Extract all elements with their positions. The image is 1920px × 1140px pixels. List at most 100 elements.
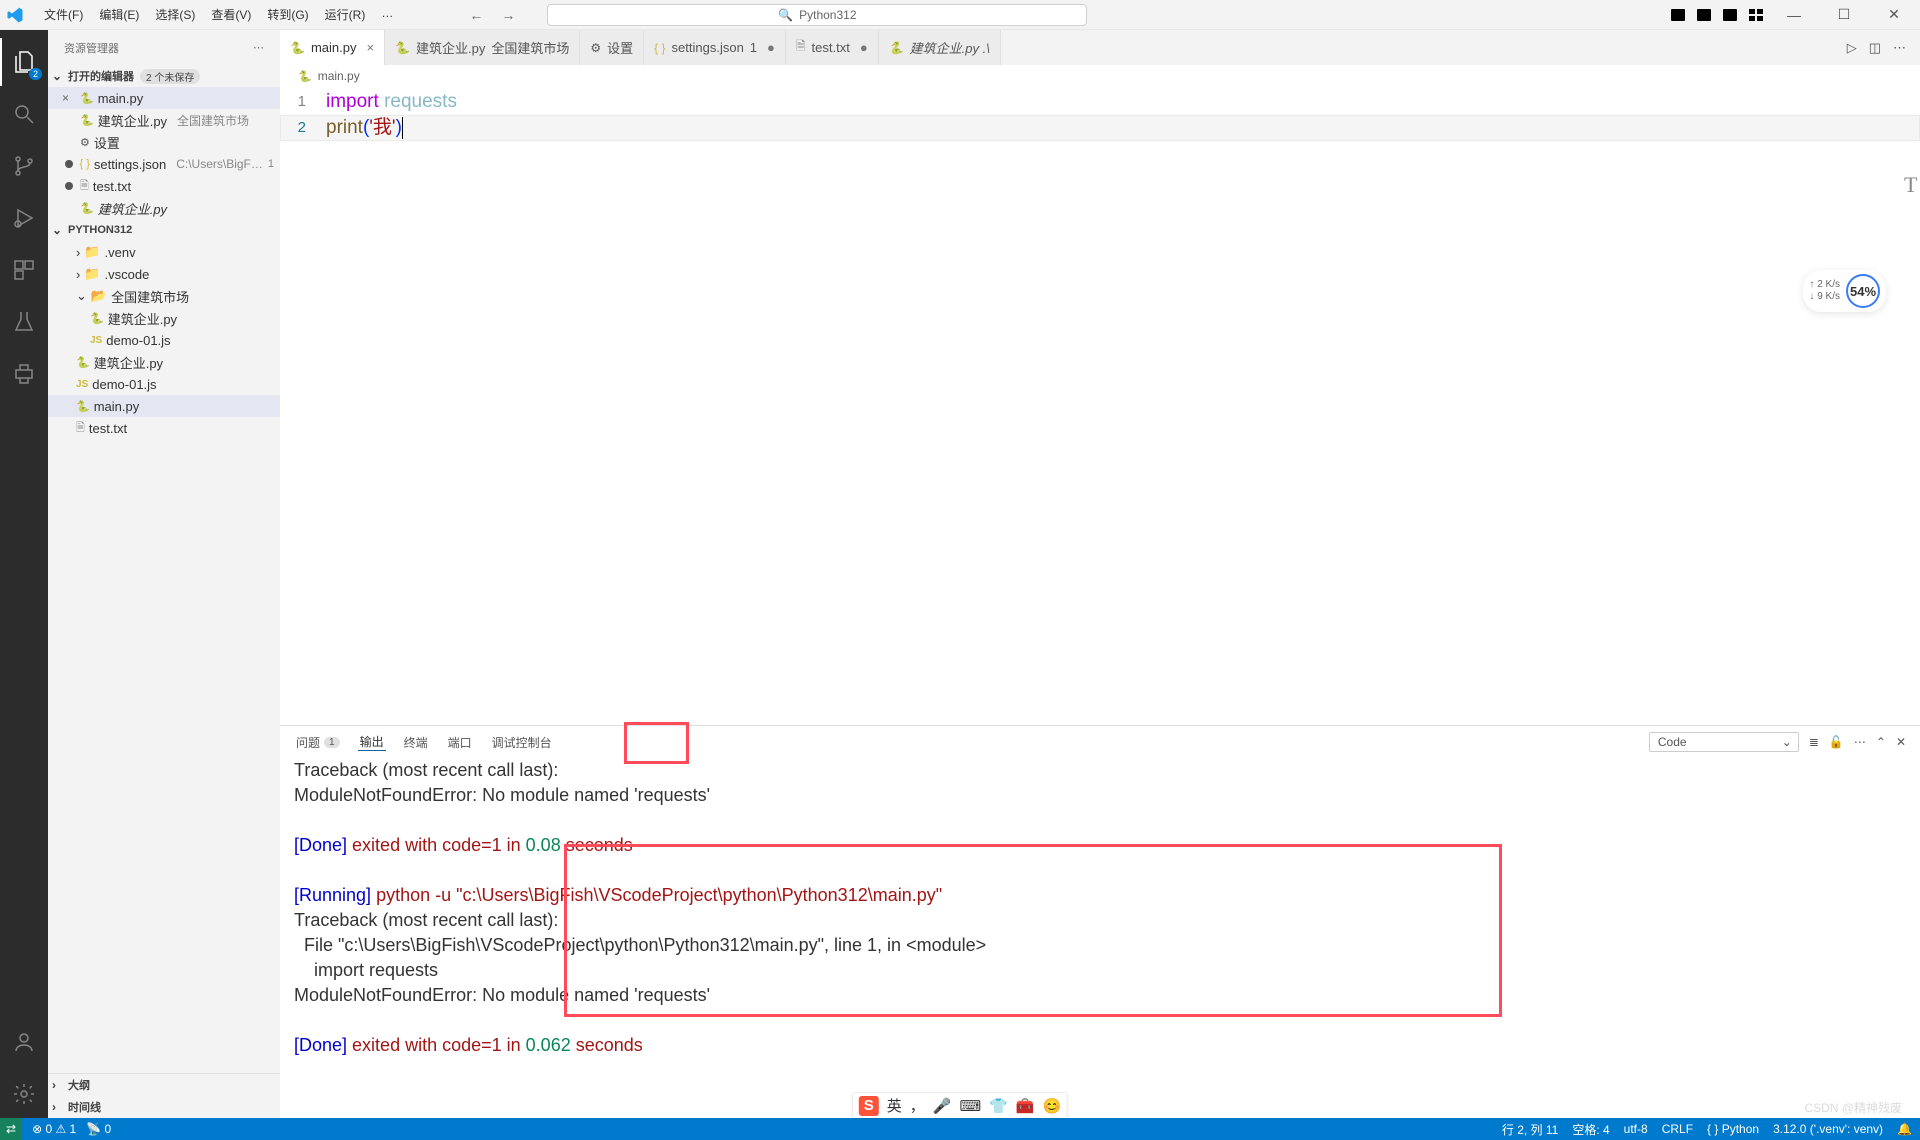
panel-output[interactable]: 输出 (358, 733, 386, 751)
tree-file[interactable]: 🗎test.txt (48, 417, 280, 439)
modified-dot-icon[interactable]: ● (763, 40, 775, 55)
file-name: demo-01.js (92, 377, 156, 392)
nav-forward-icon[interactable]: → (495, 7, 521, 23)
cursor-position[interactable]: 行 2, 列 11 (1502, 1121, 1558, 1138)
more-icon[interactable]: ⋯ (1893, 40, 1906, 56)
menu-file[interactable]: 文件(F) (36, 6, 91, 23)
status-bar: ⇄ ⊗ 0 ⚠ 1 📡 0 行 2, 列 11 空格: 4 utf-8 CRLF… (0, 1118, 1920, 1140)
menu-more[interactable]: … (373, 6, 401, 23)
activity-scm[interactable] (0, 142, 48, 190)
panel-problems[interactable]: 问题1 (294, 734, 342, 751)
ports-status[interactable]: 📡 0 (86, 1122, 111, 1136)
tree-folder[interactable]: ⌄📂全国建筑市场 (48, 285, 280, 307)
close-button[interactable]: ✕ (1874, 6, 1914, 23)
tab-preview[interactable]: 🐍建筑企业.py .\ (879, 30, 1001, 65)
command-center[interactable]: 🔍 Python312 (547, 4, 1087, 26)
ime-lang[interactable]: 英 (887, 1095, 902, 1116)
sidebar-title-label: 资源管理器 (64, 40, 119, 56)
open-editor-row[interactable]: 🗎test.txt (48, 175, 280, 197)
eol-status[interactable]: CRLF (1662, 1122, 1693, 1136)
output-line: [Running] python -u "c:\Users\BigFish\VS… (294, 883, 1906, 908)
language-status[interactable]: { } Python (1707, 1122, 1759, 1136)
tree-file[interactable]: 🐍建筑企业.py (48, 307, 280, 329)
output-select[interactable]: Code (1649, 732, 1799, 752)
customize-layout-icon[interactable] (1748, 7, 1764, 23)
tree-file[interactable]: JSdemo-01.js (48, 329, 280, 351)
tab-settings-json[interactable]: { }settings.json1● (644, 30, 786, 65)
keyboard-icon[interactable]: ⌨ (960, 1097, 982, 1115)
timeline-header[interactable]: ›时间线 (48, 1096, 280, 1118)
encoding-status[interactable]: utf-8 (1624, 1122, 1648, 1136)
cursor (402, 117, 403, 139)
chevron-up-icon[interactable]: ⌃ (1876, 735, 1886, 749)
ime-punct[interactable]: ， (910, 1095, 925, 1116)
tab-building[interactable]: 🐍建筑企业.py全国建筑市场 (385, 30, 580, 65)
menu-run[interactable]: 运行(R) (317, 6, 374, 23)
open-editors-header[interactable]: ⌄ 打开的编辑器 2 个未保存 (48, 65, 280, 87)
open-editor-row[interactable]: { }settings.jsonC:\Users\BigFis...1 (48, 153, 280, 175)
maximize-button[interactable]: ☐ (1824, 6, 1864, 23)
filter-icon[interactable]: ≣ (1809, 735, 1819, 749)
problems-status[interactable]: ⊗ 0 ⚠ 1 (32, 1122, 76, 1136)
output-view[interactable]: Traceback (most recent call last): Modul… (280, 758, 1920, 1118)
menu-edit[interactable]: 编辑(E) (91, 6, 147, 23)
menu-go[interactable]: 转到(G) (259, 6, 316, 23)
split-icon[interactable]: ◫ (1869, 40, 1881, 56)
tree-folder[interactable]: ›📁.venv (48, 241, 280, 263)
mic-icon[interactable]: 🎤 (933, 1097, 952, 1115)
notifications-icon[interactable]: 🔔 (1897, 1122, 1912, 1136)
project-header[interactable]: ⌄ PYTHON312 (48, 219, 280, 241)
panel-terminal[interactable]: 终端 (402, 734, 430, 751)
panel-debug[interactable]: 调试控制台 (490, 734, 554, 751)
close-icon[interactable]: × (62, 91, 76, 105)
activity-explorer[interactable]: 2 (0, 38, 48, 86)
face-icon[interactable]: 😊 (1043, 1097, 1062, 1115)
open-editor-row[interactable]: 🐍建筑企业.py (48, 197, 280, 219)
network-widget[interactable]: ↑ 2 K/s ↓ 9 K/s 54% (1803, 270, 1886, 312)
open-editor-row[interactable]: ⚙设置 (48, 131, 280, 153)
txt-file-icon: 🗎 (796, 37, 806, 58)
sidebar-more-icon[interactable]: ⋯ (253, 41, 264, 54)
interpreter-status[interactable]: 3.12.0 ('.venv': venv) (1773, 1122, 1883, 1136)
unlock-icon[interactable]: 🔓 (1829, 735, 1844, 749)
menu-selection[interactable]: 选择(S) (147, 6, 203, 23)
layout-icon[interactable] (1670, 7, 1686, 23)
close-icon[interactable]: ✕ (1896, 735, 1906, 749)
ime-toolbar[interactable]: S 英 ， 🎤 ⌨ 👕 🧰 😊 (853, 1093, 1067, 1118)
tree-file[interactable]: JS demo-01.js (48, 373, 280, 395)
activity-run[interactable] (0, 194, 48, 242)
code-editor[interactable]: 1import requests 2print('我') T (280, 87, 1920, 725)
open-editor-row[interactable]: ×🐍main.py (48, 87, 280, 109)
tree-file[interactable]: 🐍建筑企业.py (48, 351, 280, 373)
outline-header[interactable]: ›大纲 (48, 1074, 280, 1096)
js-file-icon: JS (76, 379, 88, 390)
activity-extensions[interactable] (0, 246, 48, 294)
activity-testing[interactable] (0, 298, 48, 346)
activity-settings[interactable] (0, 1070, 48, 1118)
run-icon[interactable]: ▷ (1847, 40, 1857, 56)
toolbox-icon[interactable]: 🧰 (1016, 1097, 1035, 1115)
nav-back-icon[interactable]: ← (463, 7, 489, 23)
close-icon[interactable]: × (362, 40, 374, 55)
minimize-button[interactable]: — (1774, 7, 1814, 23)
panel-right-icon[interactable] (1722, 7, 1738, 23)
panel-ports[interactable]: 端口 (446, 734, 474, 751)
shirt-icon[interactable]: 👕 (989, 1097, 1008, 1115)
breadcrumb[interactable]: 🐍 main.py (280, 65, 1920, 87)
menu-view[interactable]: 查看(V) (203, 6, 259, 23)
tree-folder[interactable]: ›📁.vscode (48, 263, 280, 285)
tab-main[interactable]: 🐍main.py× (280, 30, 385, 65)
panel-bottom-icon[interactable] (1696, 7, 1712, 23)
tab-settings[interactable]: ⚙设置 (580, 30, 644, 65)
open-editor-row[interactable]: 🐍建筑企业.py全国建筑市场 (48, 109, 280, 131)
activity-account[interactable] (0, 1018, 48, 1066)
more-icon[interactable]: ⋯ (1854, 735, 1866, 749)
tree-file[interactable]: 🐍main.py (48, 395, 280, 417)
tab-test[interactable]: 🗎test.txt● (786, 30, 879, 65)
activity-search[interactable] (0, 90, 48, 138)
sogou-icon[interactable]: S (859, 1096, 879, 1116)
remote-indicator[interactable]: ⇄ (0, 1118, 22, 1140)
activity-python[interactable] (0, 350, 48, 398)
modified-dot-icon[interactable]: ● (856, 40, 868, 55)
indent-status[interactable]: 空格: 4 (1572, 1121, 1609, 1138)
